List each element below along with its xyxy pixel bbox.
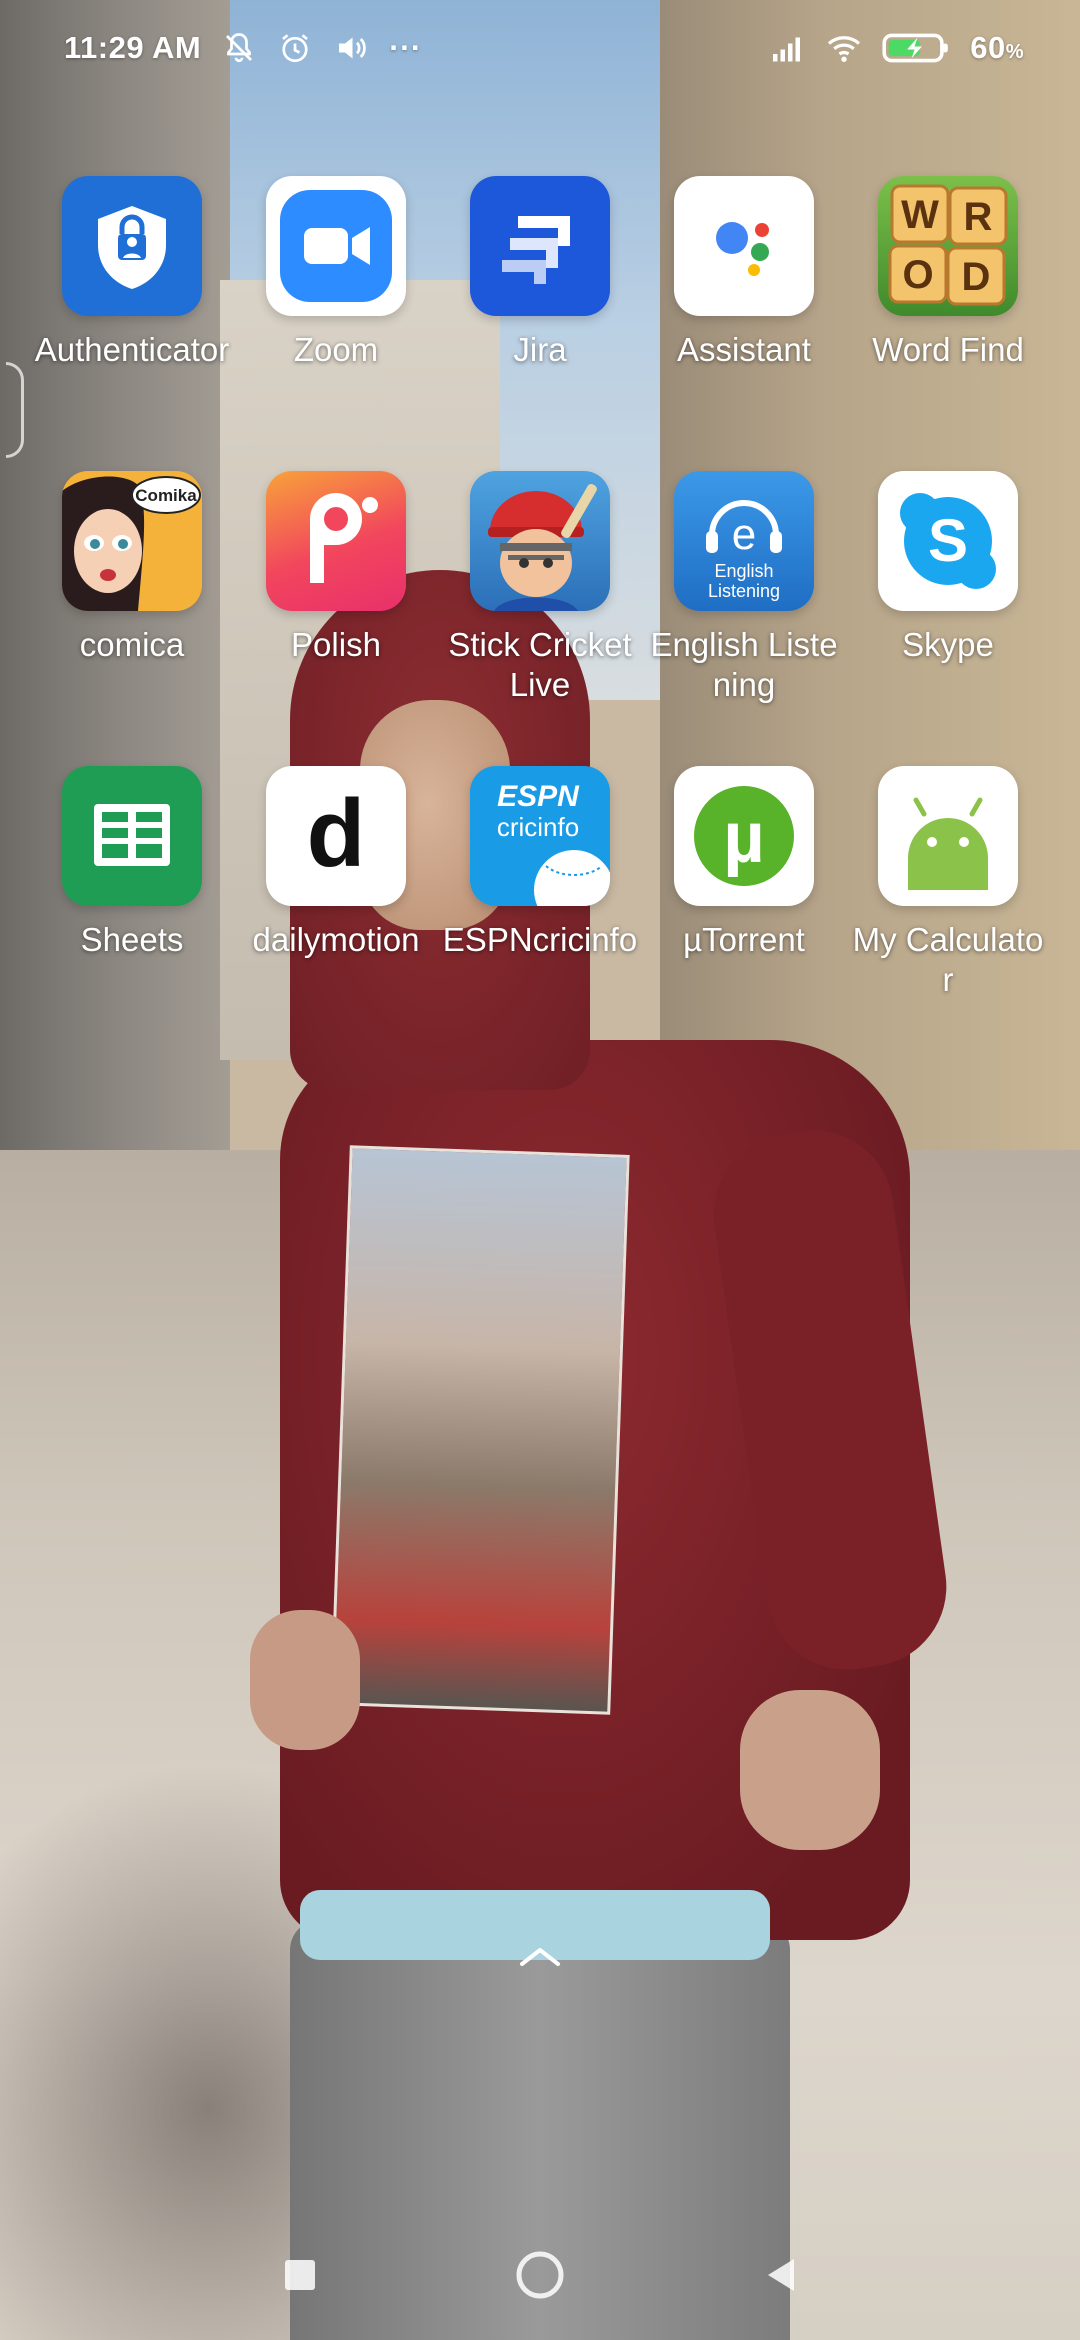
app-my-calculator[interactable]: My Calculator [846, 766, 1050, 1061]
app-label-authenticator: Authenticator [34, 331, 230, 368]
wallpaper-child-hand-right [740, 1690, 880, 1850]
volume-icon [333, 30, 369, 66]
dailymotion-icon[interactable]: d [266, 766, 406, 906]
app-word-find[interactable]: W R O D Word Find [846, 176, 1050, 471]
app-label-assistant: Assistant [677, 331, 811, 368]
app-zoom[interactable]: Zoom [234, 176, 438, 471]
app-label-my-calculator: My Calculator [852, 921, 1044, 998]
app-drawer-chevron-icon[interactable] [516, 1944, 564, 1968]
app-comica[interactable]: Comika comica [30, 471, 234, 766]
jira-icon[interactable] [470, 176, 610, 316]
skype-letter: S [928, 507, 968, 574]
app-skype[interactable]: S Skype [846, 471, 1050, 766]
battery-percentage-unit: % [1005, 41, 1024, 63]
espn-logo-text: ESPN [497, 780, 580, 813]
android-icon[interactable] [878, 766, 1018, 906]
comica-badge-text: Comika [135, 486, 197, 505]
wifi-icon [826, 30, 862, 66]
polish-icon[interactable] [266, 471, 406, 611]
app-label-comica: comica [79, 626, 185, 663]
word-find-icon[interactable]: W R O D [878, 176, 1018, 316]
espncricinfo-icon[interactable]: ESPN cricinfo [470, 766, 610, 906]
status-right: 60% [770, 30, 1024, 66]
wallpaper-child-hand-left [250, 1610, 360, 1750]
app-label-jira: Jira [513, 331, 567, 368]
english-listening-caption-1: English [714, 561, 773, 581]
back-button[interactable] [750, 2245, 810, 2305]
app-label-skype: Skype [902, 626, 994, 663]
word-find-letter-3: O [902, 253, 933, 297]
app-polish[interactable]: Polish [234, 471, 438, 766]
status-time: 11:29 AM [64, 30, 202, 65]
app-label-espncricinfo: ESPNcricinfo [442, 921, 638, 958]
dailymotion-letter: d [307, 780, 366, 887]
battery-percentage: 60% [970, 30, 1024, 66]
utorrent-icon[interactable]: µ [674, 766, 814, 906]
zoom-icon[interactable] [266, 176, 406, 316]
app-sheets[interactable]: Sheets [30, 766, 234, 1061]
assistant-icon[interactable] [674, 176, 814, 316]
more-notifications-indicator: ··· [389, 30, 422, 65]
signal-icon [770, 30, 806, 66]
word-find-letter-4: D [962, 255, 991, 299]
app-label-stick-cricket: Stick Cricket Live [448, 626, 632, 703]
status-left: 11:29 AM ··· [64, 30, 422, 66]
battery-percentage-value: 60 [970, 30, 1006, 65]
app-label-utorrent: µTorrent [683, 921, 805, 958]
english-listening-caption-2: Listening [708, 581, 780, 601]
app-espncricinfo[interactable]: ESPN cricinfo ESPNcricinfo [438, 766, 642, 1061]
english-listening-icon[interactable]: e English Listening [674, 471, 814, 611]
app-utorrent[interactable]: µ µTorrent [642, 766, 846, 1061]
wallpaper-sweater-print [330, 1145, 630, 1715]
word-find-letter-2: R [964, 195, 993, 239]
battery-charging-icon [882, 30, 950, 66]
app-english-listening[interactable]: e English Listening English Listening [642, 471, 846, 766]
edge-panel-handle[interactable] [6, 362, 24, 458]
stick-cricket-icon[interactable] [470, 471, 610, 611]
app-label-word-find: Word Find [872, 331, 1024, 368]
app-assistant[interactable]: Assistant [642, 176, 846, 471]
word-find-letter-1: W [901, 193, 939, 237]
app-label-dailymotion: dailymotion [252, 921, 420, 958]
recents-button[interactable] [270, 2245, 330, 2305]
notifications-muted-icon [221, 30, 257, 66]
navigation-bar [0, 2220, 1080, 2330]
sheets-icon[interactable] [62, 766, 202, 906]
app-label-zoom: Zoom [293, 331, 379, 368]
authenticator-icon[interactable] [62, 176, 202, 316]
app-authenticator[interactable]: Authenticator [30, 176, 234, 471]
home-button[interactable] [510, 2245, 570, 2305]
app-jira[interactable]: Jira [438, 176, 642, 471]
alarm-icon [277, 30, 313, 66]
skype-icon[interactable]: S [878, 471, 1018, 611]
english-listening-letter: e [732, 510, 756, 559]
app-label-polish: Polish [291, 626, 381, 663]
utorrent-letter: µ [723, 798, 764, 878]
app-label-sheets: Sheets [80, 921, 184, 958]
app-stick-cricket[interactable]: Stick Cricket Live [438, 471, 642, 766]
comica-icon[interactable]: Comika [62, 471, 202, 611]
app-label-english-listening: English Listening [650, 626, 838, 703]
status-bar: 11:29 AM ··· 60% [0, 0, 1080, 96]
app-grid: Authenticator Zoom Jira Assistant W R O … [30, 176, 1050, 1061]
app-dailymotion[interactable]: d dailymotion [234, 766, 438, 1061]
espn-sub-text: cricinfo [497, 812, 579, 842]
